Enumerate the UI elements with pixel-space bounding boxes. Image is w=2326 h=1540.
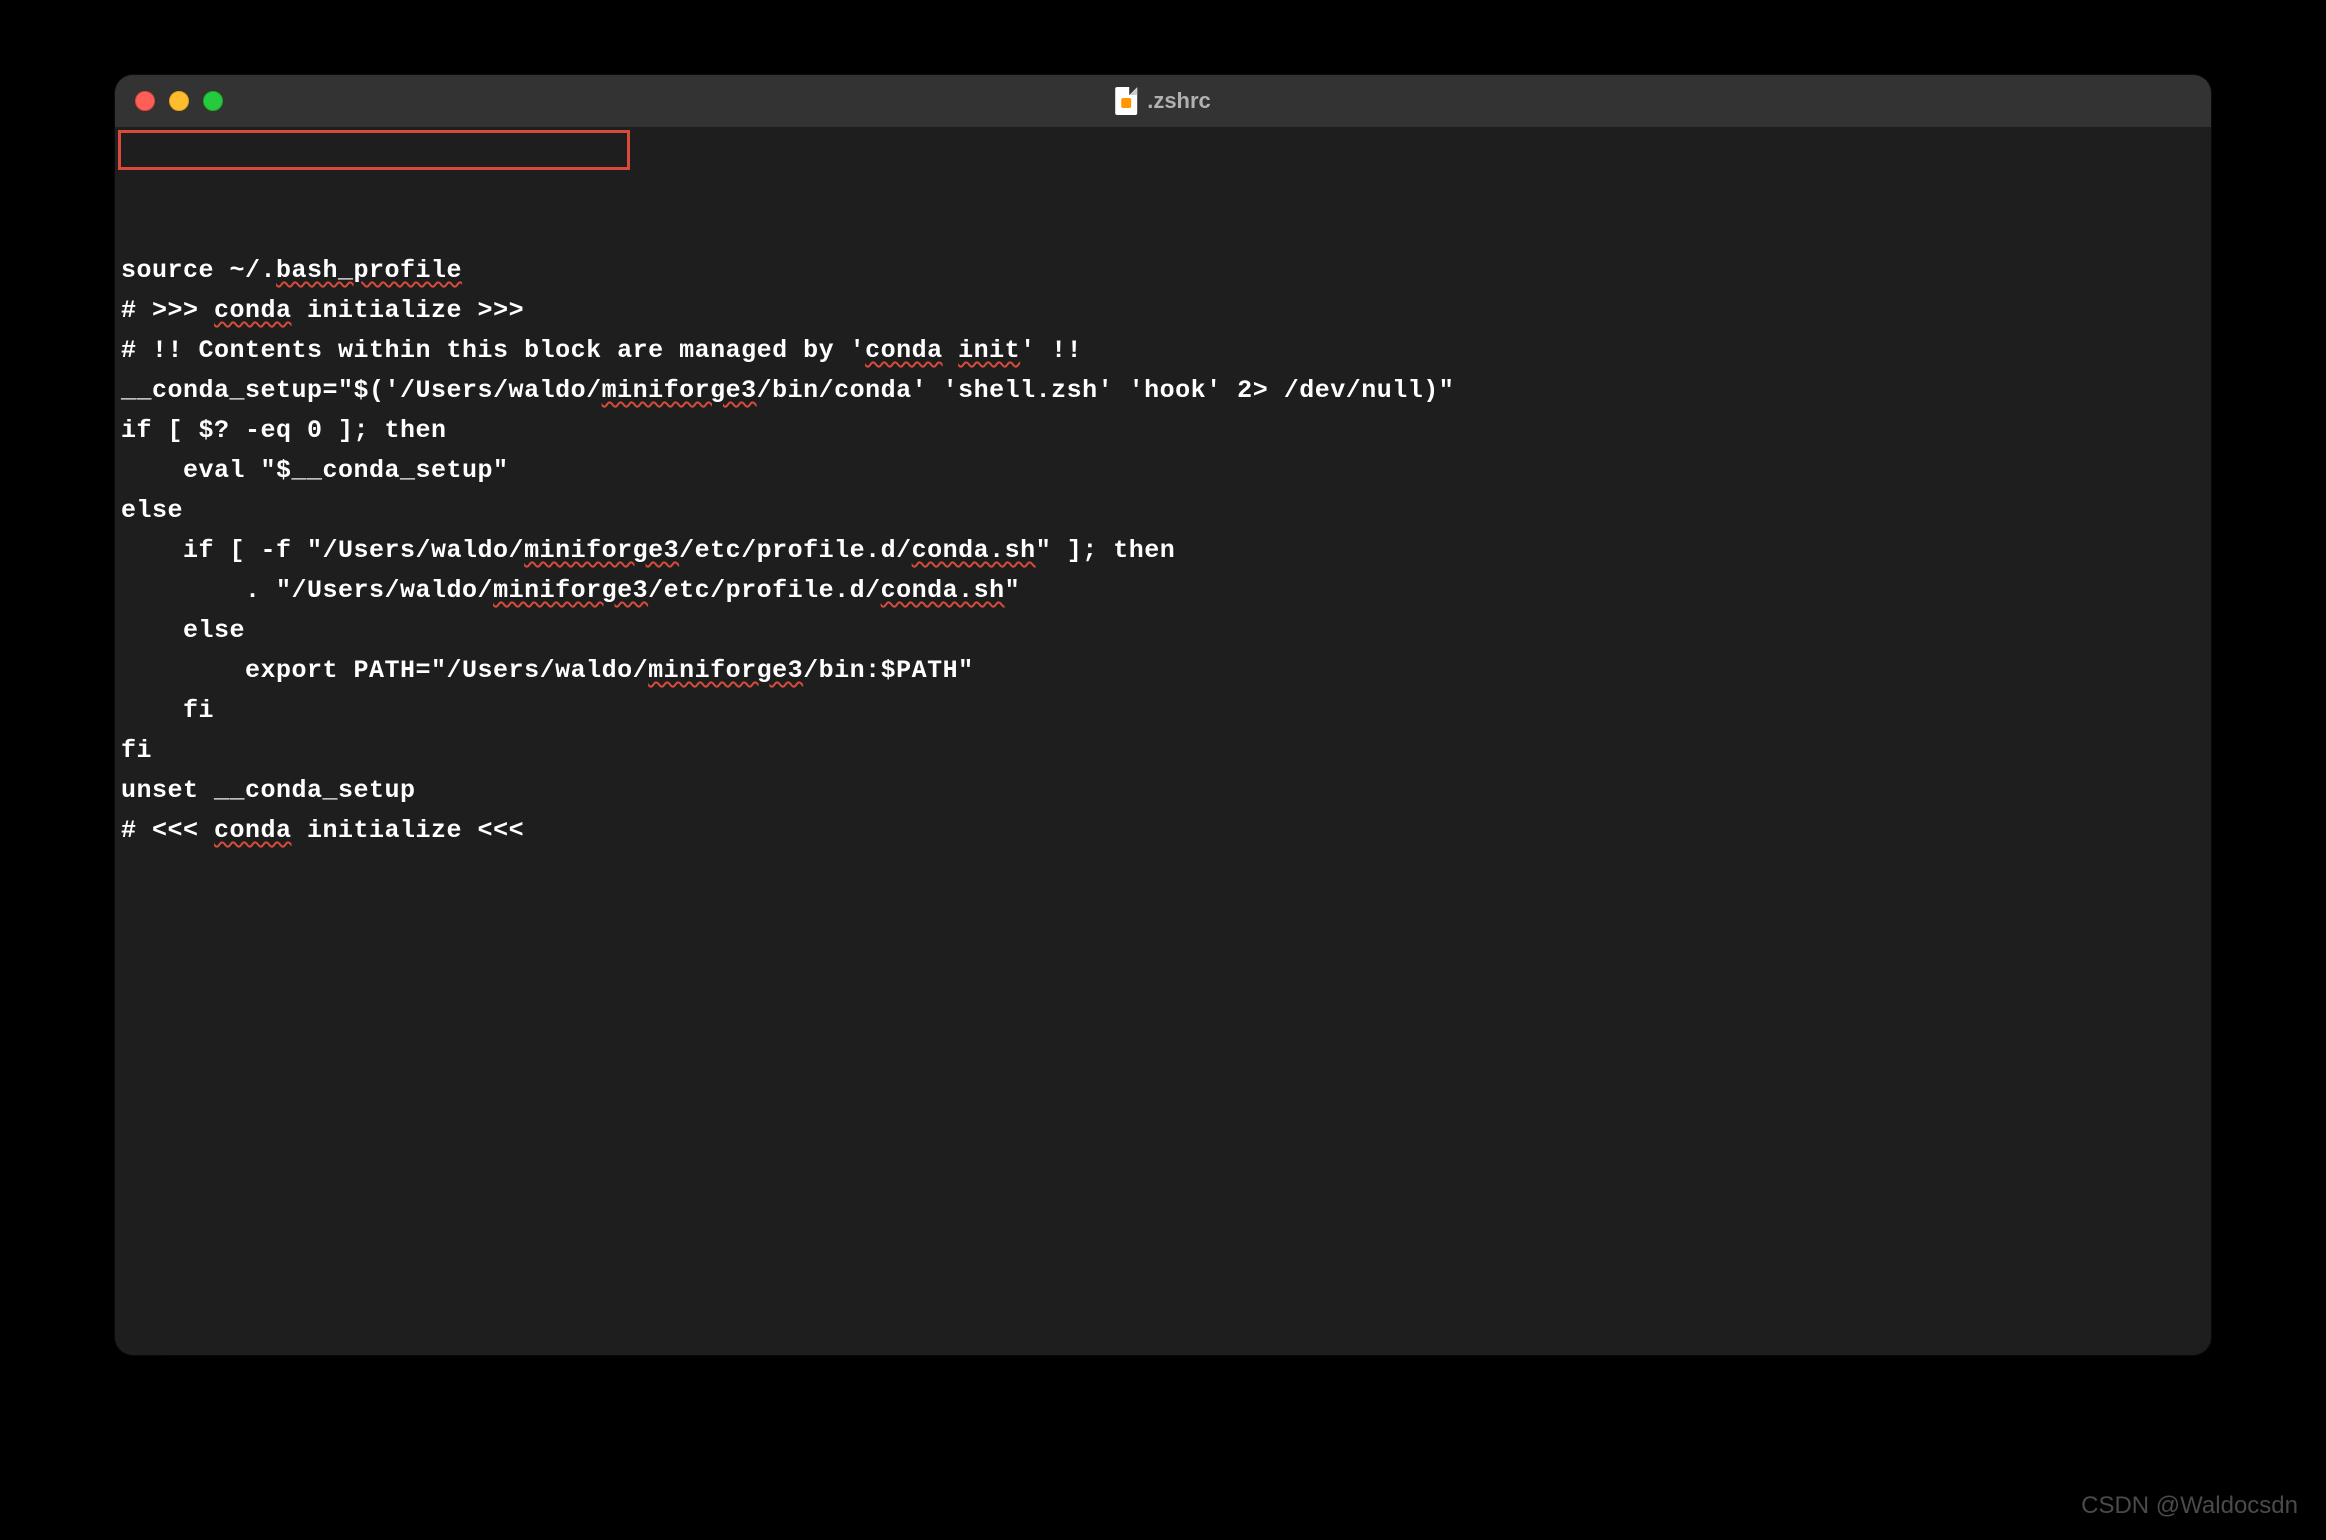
code-text: # !! Contents within this block are mana… — [121, 336, 865, 365]
code-text: conda — [214, 296, 292, 325]
code-text: bash_profile — [276, 256, 462, 285]
code-text: conda — [865, 336, 943, 365]
code-text: fi — [121, 696, 214, 725]
window-title: .zshrc — [1147, 88, 1211, 114]
code-line[interactable]: else — [115, 491, 2211, 531]
code-text: else — [121, 616, 245, 645]
code-line[interactable]: # >>> conda initialize >>> — [115, 291, 2211, 331]
code-line[interactable]: fi — [115, 731, 2211, 771]
code-text: init — [958, 336, 1020, 365]
file-icon — [1115, 87, 1137, 115]
code-text: miniforge3 — [602, 376, 757, 405]
code-text: /etc/profile.d/ — [648, 576, 881, 605]
code-text: source ~/. — [121, 256, 276, 285]
code-line[interactable]: if [ -f "/Users/waldo/miniforge3/etc/pro… — [115, 531, 2211, 571]
code-text: if [ -f "/Users/waldo/ — [121, 536, 524, 565]
annotation-box — [118, 130, 630, 170]
code-text: miniforge3 — [648, 656, 803, 685]
code-line[interactable]: eval "$__conda_setup" — [115, 451, 2211, 491]
code-text: miniforge3 — [493, 576, 648, 605]
code-line[interactable]: else — [115, 611, 2211, 651]
watermark-text: CSDN @Waldocsdn — [2081, 1492, 2298, 1520]
code-text: initialize <<< — [292, 816, 525, 845]
code-line[interactable]: . "/Users/waldo/miniforge3/etc/profile.d… — [115, 571, 2211, 611]
code-editor[interactable]: source ~/.bash_profile# >>> conda initia… — [115, 127, 2211, 851]
code-text: /etc/profile.d/ — [679, 536, 912, 565]
titlebar[interactable]: .zshrc — [115, 75, 2211, 127]
close-button[interactable] — [135, 91, 155, 111]
minimize-button[interactable] — [169, 91, 189, 111]
code-text: eval "$__conda_setup" — [121, 456, 509, 485]
code-text: conda — [214, 816, 292, 845]
code-line[interactable]: export PATH="/Users/waldo/miniforge3/bin… — [115, 651, 2211, 691]
code-text: unset __conda_setup — [121, 776, 416, 805]
code-text: " ]; then — [1036, 536, 1176, 565]
code-line[interactable]: fi — [115, 691, 2211, 731]
code-text: __conda_setup="$('/Users/waldo/ — [121, 376, 602, 405]
code-text: if [ $? -eq 0 ]; then — [121, 416, 447, 445]
code-text: export PATH="/Users/waldo/ — [121, 656, 648, 685]
traffic-lights — [135, 91, 223, 111]
code-text: ' !! — [1020, 336, 1082, 365]
window-title-area: .zshrc — [1115, 87, 1211, 115]
code-text: . "/Users/waldo/ — [121, 576, 493, 605]
code-text: miniforge3 — [524, 536, 679, 565]
code-text: /bin:$PATH" — [803, 656, 974, 685]
code-line[interactable]: unset __conda_setup — [115, 771, 2211, 811]
code-text: fi — [121, 736, 152, 765]
maximize-button[interactable] — [203, 91, 223, 111]
editor-window: .zshrc source ~/.bash_profile# >>> conda… — [115, 75, 2211, 1355]
code-text: conda.sh — [912, 536, 1036, 565]
code-text: initialize >>> — [292, 296, 525, 325]
code-text: conda.sh — [881, 576, 1005, 605]
code-text: /bin/conda' 'shell.zsh' 'hook' 2> /dev/n… — [757, 376, 1455, 405]
code-line[interactable]: # !! Contents within this block are mana… — [115, 331, 2211, 371]
code-line[interactable]: source ~/.bash_profile — [115, 251, 2211, 291]
code-line[interactable]: # <<< conda initialize <<< — [115, 811, 2211, 851]
code-text — [943, 336, 959, 365]
code-line[interactable]: if [ $? -eq 0 ]; then — [115, 411, 2211, 451]
code-text: " — [1005, 576, 1021, 605]
code-text: # >>> — [121, 296, 214, 325]
code-text: # <<< — [121, 816, 214, 845]
code-text: else — [121, 496, 183, 525]
code-line[interactable]: __conda_setup="$('/Users/waldo/miniforge… — [115, 371, 2211, 411]
